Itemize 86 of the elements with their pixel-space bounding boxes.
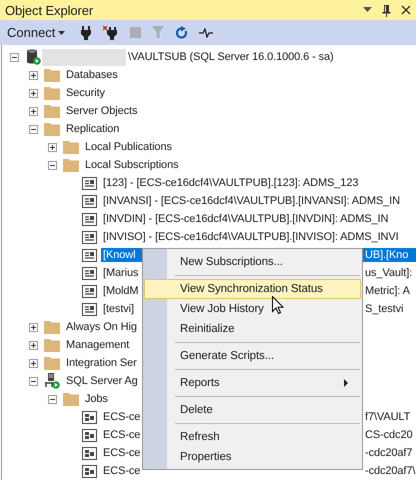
tree-item[interactable]: SQL Server Ag <box>64 374 140 388</box>
job-icon <box>82 464 97 478</box>
folder-icon <box>44 356 60 370</box>
tree-item[interactable]: [testvi] <box>101 302 136 316</box>
tree-item[interactable]: Local Publications <box>83 140 174 154</box>
subscription-icon <box>82 284 97 298</box>
folder-icon <box>63 140 79 154</box>
tree-item[interactable]: Local Subscriptions <box>83 158 180 172</box>
tree-item-text: -cdc20af7\ <box>365 464 416 478</box>
tree-item-text: us_Vault]: <box>365 266 412 280</box>
tree-item[interactable]: [123] - [ECS-ce16dcf4\VAULTPUB].[123]: ADMS_123 <box>101 176 360 190</box>
tree-item[interactable]: [INVDIN] - [ECS-ce16dcf4\VAULTPUB].[INVDIN]: ADMS_IN <box>101 212 390 226</box>
pin-icon[interactable] <box>382 4 391 16</box>
disconnect-icon[interactable] <box>103 26 120 40</box>
folder-icon <box>44 122 60 136</box>
subscription-icon <box>82 248 97 262</box>
caret-icon <box>58 30 66 34</box>
agent-icon <box>44 373 60 389</box>
tree-item[interactable]: [INVANSI] - [ECS-ce16dcf4\VAULTPUB].[INVANSI]: ADMS_IN <box>101 194 402 208</box>
menu-item[interactable]: Reinitialize <box>144 319 361 339</box>
folder-icon <box>44 320 60 334</box>
folder-icon <box>44 338 60 352</box>
refresh-icon[interactable] <box>175 26 188 40</box>
database-server-icon <box>25 49 41 65</box>
menu-item[interactable]: Generate Scripts... <box>144 346 361 366</box>
plug-icon[interactable] <box>80 26 92 40</box>
folder-icon <box>44 86 60 100</box>
tree-item[interactable]: Integration Ser <box>64 356 139 370</box>
tree-item-text: -cdc20af7 <box>365 446 412 460</box>
menu-item[interactable]: New Subscriptions... <box>144 252 361 272</box>
subscription-icon <box>82 302 97 316</box>
connect-button[interactable]: Connect <box>7 25 66 40</box>
subscription-icon <box>82 266 97 280</box>
tree-item[interactable]: Management <box>64 338 132 352</box>
subscription-icon <box>82 212 97 226</box>
expand-icon[interactable] <box>29 106 38 116</box>
collapse-icon[interactable] <box>10 52 19 62</box>
collapse-icon[interactable] <box>29 124 38 134</box>
tree-item[interactable]: \VAULTSUB (SQL Server 16.0.1000.6 - sa) <box>126 50 336 64</box>
menu-item[interactable]: View Synchronization Status <box>144 279 361 299</box>
folder-icon <box>44 104 60 118</box>
collapse-icon[interactable] <box>29 376 38 386</box>
folder-icon <box>44 68 60 82</box>
tree-item[interactable]: ECS-ce <box>101 464 142 478</box>
job-icon <box>82 428 97 442</box>
expand-icon[interactable] <box>29 70 38 80</box>
tree-item[interactable]: Security <box>64 86 107 100</box>
subscription-icon <box>82 176 97 190</box>
tree-item-text: Metric]: A <box>365 284 410 298</box>
cursor-icon <box>272 296 284 314</box>
tree-item[interactable]: [MoldM <box>101 284 140 298</box>
dropdown-icon[interactable] <box>363 7 372 13</box>
menu-item[interactable]: Refresh <box>144 427 361 447</box>
folder-icon <box>63 158 79 172</box>
collapse-icon[interactable] <box>48 394 57 404</box>
collapse-icon[interactable] <box>48 160 57 170</box>
tree-item[interactable]: Jobs <box>83 392 110 406</box>
menu-item[interactable]: View Job History <box>144 299 361 319</box>
menu-item[interactable]: Reports <box>144 373 361 393</box>
job-icon <box>82 410 97 424</box>
close-icon[interactable] <box>401 5 411 15</box>
tree-item[interactable]: [Marius <box>101 266 140 280</box>
expand-icon[interactable] <box>29 322 38 332</box>
tree-item[interactable]: [INVISO] - [ECS-ce16dcf4\VAULTPUB].[INVISO]: ADMS_INVI <box>101 230 401 244</box>
expand-icon[interactable] <box>48 142 57 152</box>
tree-item[interactable]: Databases <box>64 68 120 82</box>
activity-icon[interactable] <box>199 28 214 38</box>
tree-item[interactable]: ECS-ce <box>101 428 142 442</box>
subscription-icon <box>82 194 97 208</box>
folder-icon <box>63 392 79 406</box>
tree-item[interactable]: Server Objects <box>64 104 140 118</box>
tree-item-text: S_testvi <box>365 302 404 316</box>
tree-item-text: CS-cdc20 <box>365 428 412 442</box>
panel-title: Object Explorer <box>5 2 94 18</box>
tree-item[interactable]: Always On Hig <box>64 320 139 334</box>
tree-item[interactable]: ECS-ce <box>101 410 142 424</box>
expand-icon[interactable] <box>29 340 38 350</box>
subscription-icon <box>82 230 97 244</box>
menu-item[interactable]: Properties <box>144 447 361 467</box>
expand-icon[interactable] <box>29 88 38 98</box>
tree-item[interactable]: ECS-ce <box>101 446 142 460</box>
job-icon <box>82 446 97 460</box>
tree-item-text: f7\VAULT <box>365 410 410 424</box>
menu-item[interactable]: Delete <box>144 400 361 420</box>
tree-item[interactable]: Replication <box>64 122 122 136</box>
expand-icon[interactable] <box>29 358 38 368</box>
